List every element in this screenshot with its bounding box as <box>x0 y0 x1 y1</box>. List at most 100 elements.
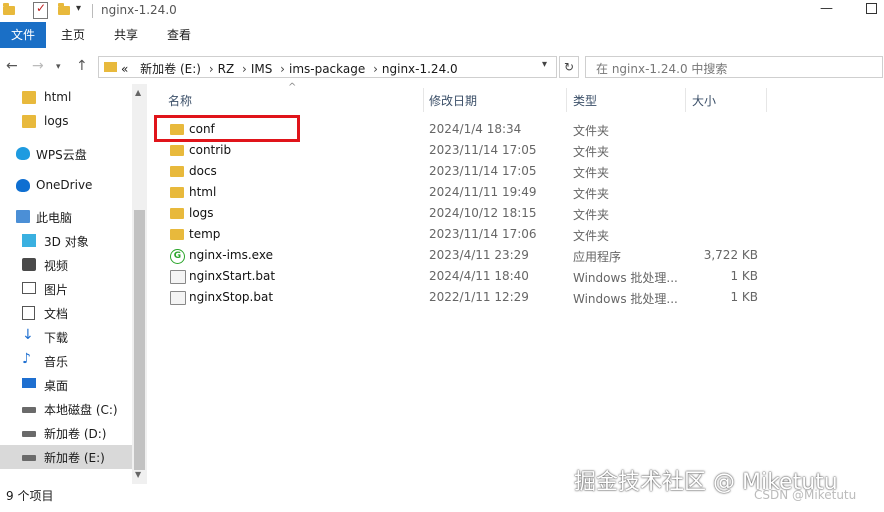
table-row[interactable]: temp 2023/11/14 17:06 文件夹 <box>148 224 884 245</box>
tab-home[interactable]: 主页 <box>61 22 85 48</box>
new-folder-icon[interactable] <box>58 3 70 15</box>
nav-item-label: 此电脑 <box>36 211 73 225</box>
file-date: 2023/11/14 17:05 <box>429 143 537 157</box>
table-row[interactable]: html 2024/11/11 19:49 文件夹 <box>148 182 884 203</box>
chevron-down-icon[interactable]: ▾ <box>542 59 547 70</box>
tab-file[interactable]: 文件 <box>0 22 46 48</box>
breadcrumb-drive[interactable]: 新加卷 (E:) <box>140 62 201 76</box>
file-type: 文件夹 <box>573 208 610 222</box>
breadcrumb-ims-package[interactable]: ims-package <box>289 62 365 76</box>
onedrive-icon <box>16 179 30 192</box>
window-title: nginx-1.24.0 <box>101 3 177 17</box>
nav-item-onedrive[interactable]: OneDrive <box>0 174 132 198</box>
file-name: temp <box>189 227 221 241</box>
nav-item-desktop[interactable]: 桌面 <box>0 373 132 397</box>
file-size: 1 KB <box>730 290 758 304</box>
file-type: 文件夹 <box>573 229 610 243</box>
scroll-down-icon[interactable]: ▼ <box>135 470 141 479</box>
file-date: 2023/4/11 23:29 <box>429 248 529 262</box>
nav-item-wps-cloud[interactable]: WPS云盘 <box>0 142 132 166</box>
refresh-icon[interactable]: ↻ <box>559 56 579 78</box>
nav-item-pictures[interactable]: 图片 <box>0 277 132 301</box>
nav-item-3d-objects[interactable]: 3D 对象 <box>0 229 132 253</box>
nav-item-label: 下载 <box>44 331 69 345</box>
nav-item-label: OneDrive <box>36 178 93 192</box>
document-icon <box>22 306 35 320</box>
title-bar: ✓ ▾ nginx-1.24.0 — <box>0 0 884 22</box>
folder-icon <box>170 166 184 177</box>
breadcrumb-nginx[interactable]: nginx-1.24.0 <box>382 62 458 76</box>
breadcrumb: « 新加卷 (E:) › RZ › IMS › ims-package › nginx-… <box>121 62 458 76</box>
minimize-icon[interactable]: — <box>820 1 833 16</box>
nav-item-label: 新加卷 (D:) <box>44 427 107 441</box>
folder-icon <box>22 115 36 128</box>
address-row: ← → ▾ ↑ « 新加卷 (E:) › RZ › IMS › ims-package… <box>0 48 884 84</box>
address-bar[interactable]: « 新加卷 (E:) › RZ › IMS › ims-package › nginx-… <box>98 56 557 78</box>
file-type: 文件夹 <box>573 166 610 180</box>
nav-item-label: 新加卷 (E:) <box>44 451 105 465</box>
column-header-size[interactable]: 大小 <box>692 92 716 109</box>
maximize-icon[interactable] <box>866 3 877 14</box>
folder-icon <box>170 208 184 219</box>
nav-item-drive-e[interactable]: 新加卷 (E:) <box>0 445 132 469</box>
nav-item-drive-d[interactable]: 新加卷 (D:) <box>0 421 132 445</box>
folder-icon[interactable] <box>3 3 15 15</box>
file-date: 2024/10/12 18:15 <box>429 206 537 220</box>
item-count: 9 个项目 <box>6 489 54 503</box>
folder-icon <box>104 62 117 72</box>
navigation-pane: html logs WPS云盘 OneDrive 此电脑 3D 对象 视频 图片… <box>0 84 148 484</box>
search-input[interactable]: 在 nginx-1.24.0 中搜索 <box>585 56 883 78</box>
customize-toolbar-icon[interactable]: ▾ <box>76 3 81 14</box>
nav-item-music[interactable]: ♪ 音乐 <box>0 349 132 373</box>
nav-item-logs[interactable]: logs <box>0 110 132 134</box>
tab-share[interactable]: 共享 <box>114 22 138 48</box>
tab-view[interactable]: 查看 <box>167 22 191 48</box>
nav-item-drive-c[interactable]: 本地磁盘 (C:) <box>0 397 132 421</box>
desktop-icon <box>22 378 36 388</box>
breadcrumb-ims[interactable]: IMS <box>251 62 273 76</box>
nav-item-documents[interactable]: 文档 <box>0 301 132 325</box>
breadcrumb-rz[interactable]: RZ <box>218 62 235 76</box>
table-row[interactable]: docs 2023/11/14 17:05 文件夹 <box>148 161 884 182</box>
table-row[interactable]: nginxStart.bat 2024/4/11 18:40 Windows 批… <box>148 266 884 287</box>
nav-item-videos[interactable]: 视频 <box>0 253 132 277</box>
drive-icon <box>22 431 36 437</box>
column-separator[interactable] <box>423 88 424 112</box>
table-row[interactable]: contrib 2023/11/14 17:05 文件夹 <box>148 140 884 161</box>
file-size: 3,722 KB <box>703 248 758 262</box>
file-name: docs <box>189 164 217 178</box>
nav-item-label: 3D 对象 <box>44 235 89 249</box>
nav-item-this-pc[interactable]: 此电脑 <box>0 205 132 229</box>
column-separator[interactable] <box>685 88 686 112</box>
recent-chevron-down-icon[interactable]: ▾ <box>56 62 61 72</box>
file-type: 文件夹 <box>573 187 610 201</box>
table-row[interactable]: G nginx-ims.exe 2023/4/11 23:29 应用程序 3,7… <box>148 245 884 266</box>
breadcrumb-overflow[interactable]: « <box>121 62 128 76</box>
properties-icon[interactable]: ✓ <box>33 1 48 19</box>
nav-item-label: 桌面 <box>44 379 69 393</box>
table-row[interactable]: nginxStop.bat 2022/1/11 12:29 Windows 批处… <box>148 287 884 308</box>
file-type: 文件夹 <box>573 145 610 159</box>
nav-item-downloads[interactable]: ↓ 下载 <box>0 325 132 349</box>
column-header-date[interactable]: 修改日期 <box>429 92 477 109</box>
separator <box>92 4 93 18</box>
column-separator[interactable] <box>766 88 767 112</box>
nav-item-html[interactable]: html <box>0 86 132 110</box>
nav-item-label: html <box>44 90 72 104</box>
column-header-name[interactable]: 名称 <box>168 92 192 109</box>
column-header-type[interactable]: 类型 <box>573 92 597 109</box>
forward-arrow-icon[interactable]: → <box>32 58 44 74</box>
scroll-up-icon[interactable]: ▲ <box>135 88 141 97</box>
nav-item-label: 文档 <box>44 307 69 321</box>
file-name: nginxStop.bat <box>189 290 274 304</box>
music-icon: ♪ <box>22 351 31 367</box>
computer-icon <box>16 210 30 223</box>
table-row[interactable]: logs 2024/10/12 18:15 文件夹 <box>148 203 884 224</box>
nav-scrollbar-thumb[interactable] <box>134 210 145 470</box>
file-date: 2024/4/11 18:40 <box>429 269 529 283</box>
column-separator[interactable] <box>566 88 567 112</box>
back-arrow-icon[interactable]: ← <box>6 58 18 74</box>
file-list: ^ 名称 修改日期 类型 大小 conf 2024/1/4 18:34 文件夹 … <box>148 82 884 484</box>
exe-icon: G <box>170 249 185 264</box>
up-arrow-icon[interactable]: ↑ <box>76 58 88 74</box>
